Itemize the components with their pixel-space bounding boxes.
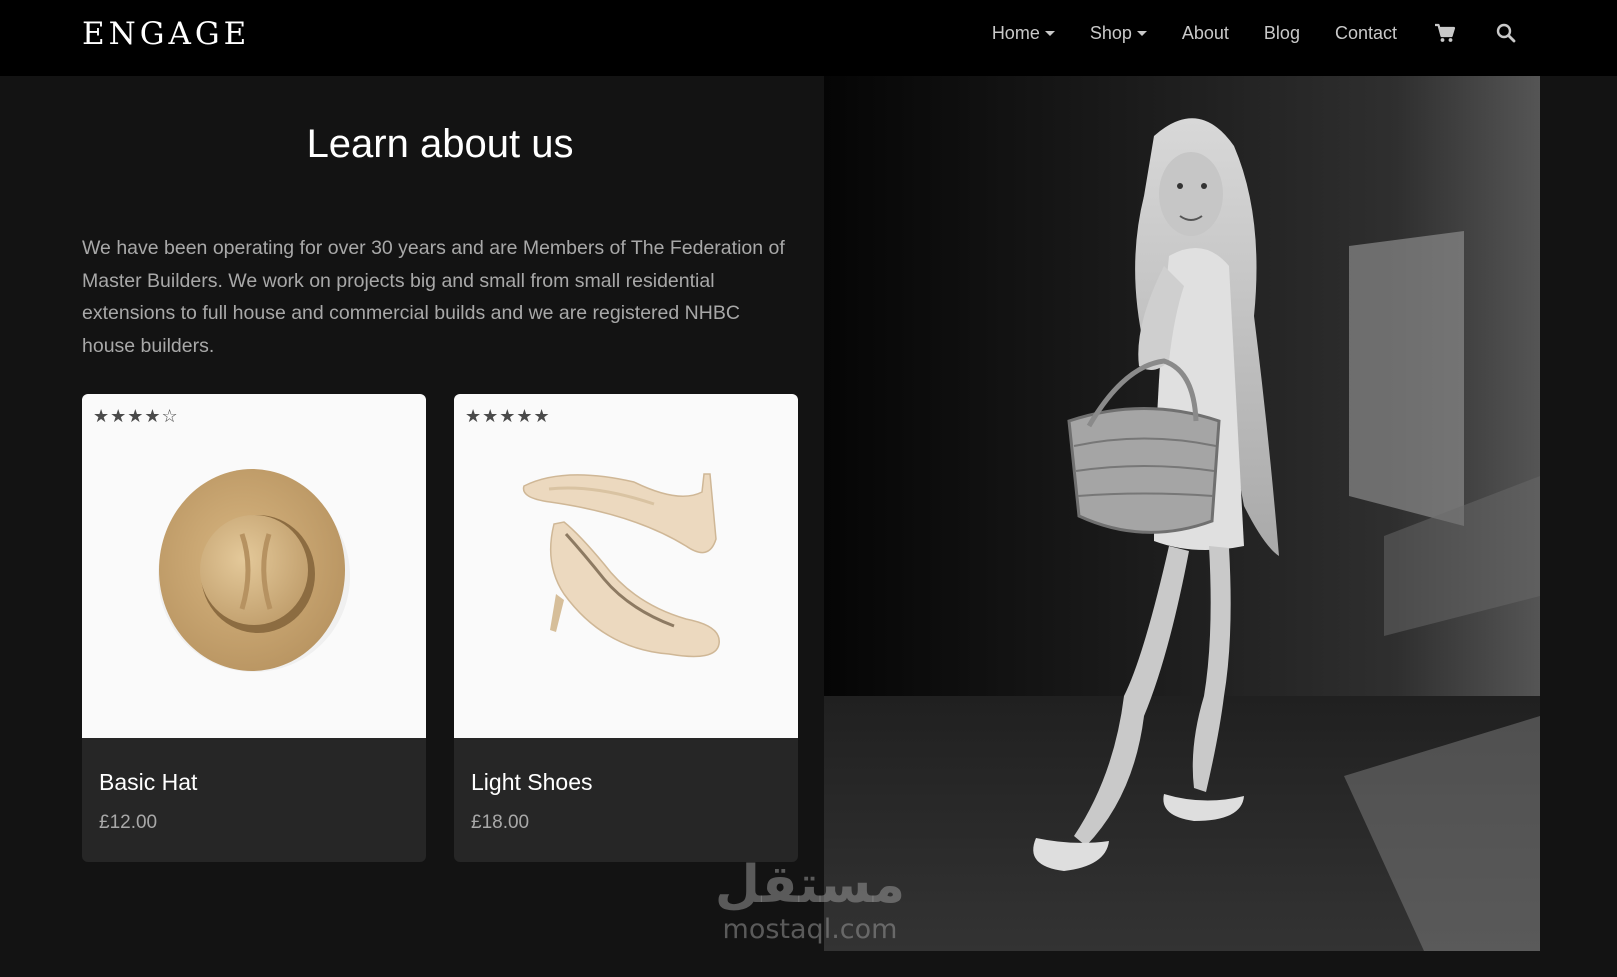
about-text: We have been operating for over 30 years… — [82, 237, 785, 357]
hat-image — [158, 469, 350, 672]
watermark-arabic: مستقل — [714, 855, 906, 915]
nav-home[interactable]: Home — [992, 20, 1055, 46]
product-price: £12.00 — [99, 812, 158, 833]
nav-about[interactable]: About — [1182, 20, 1229, 46]
navbar: ENGAGE Home Shop About Blog Contact — [0, 0, 1617, 76]
about-title: Learn about us — [306, 122, 574, 166]
nav-shop-label: Shop — [1089, 22, 1132, 43]
logo[interactable]: ENGAGE — [82, 16, 250, 52]
product-card[interactable]: ★★★★★ Light Shoes £18.00 — [454, 394, 798, 862]
nav-blog-label: Blog — [1263, 22, 1300, 43]
product-card[interactable]: ★★★★☆ Basic Hat £12.00 — [82, 394, 426, 862]
watermark-latin: mostaql.com — [722, 914, 898, 945]
chevron-down-icon — [1136, 31, 1147, 36]
search-icon[interactable] — [1493, 20, 1519, 46]
product-image[interactable]: ★★★★☆ — [82, 394, 426, 738]
nav-about-label: About — [1181, 22, 1229, 43]
main-nav: Home Shop About Blog Contact — [992, 20, 1519, 46]
nav-contact[interactable]: Contact — [1335, 20, 1397, 46]
product-price: £18.00 — [471, 812, 530, 833]
nav-home-label: Home — [991, 22, 1040, 43]
product-name[interactable]: Light Shoes — [471, 769, 592, 796]
shoes-image — [522, 473, 720, 658]
nav-shop[interactable]: Shop — [1090, 20, 1147, 46]
nav-contact-label: Contact — [1334, 22, 1397, 43]
hero-image — [824, 76, 1540, 951]
chevron-down-icon — [1044, 31, 1055, 36]
product-name[interactable]: Basic Hat — [99, 769, 197, 796]
girl-with-basket-photo — [824, 76, 1540, 951]
product-image[interactable]: ★★★★★ — [454, 394, 798, 738]
watermark: مستقل mostaql.com — [710, 855, 910, 945]
cart-icon[interactable] — [1432, 20, 1458, 46]
nav-blog[interactable]: Blog — [1264, 20, 1300, 46]
